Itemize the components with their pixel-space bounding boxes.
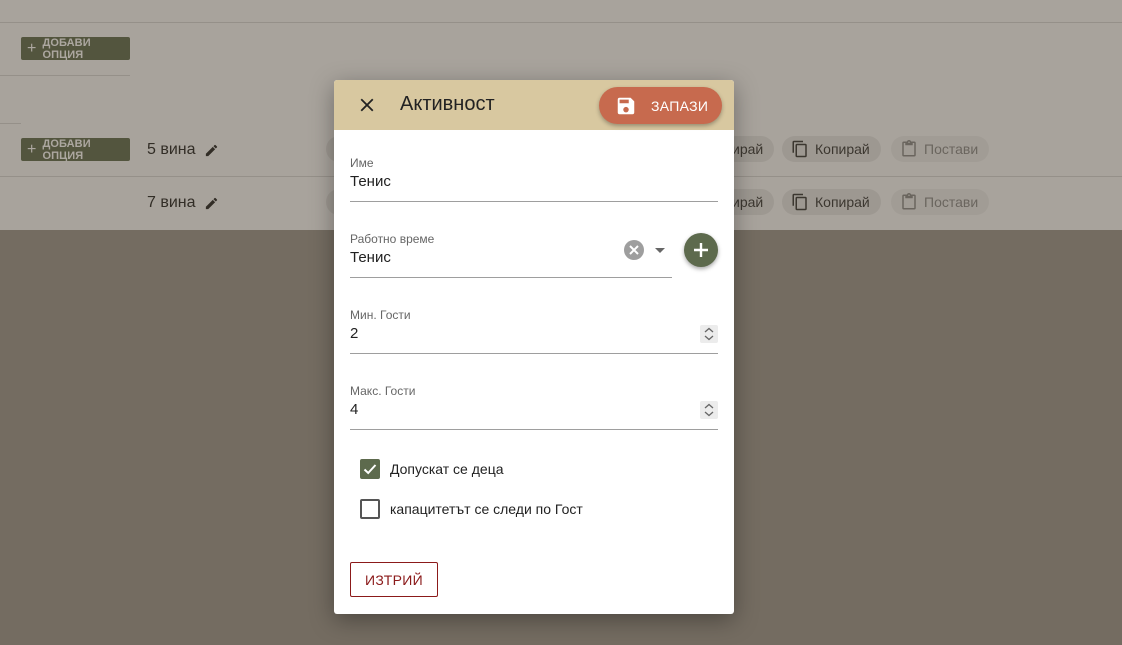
capacity-per-guest-checkbox[interactable]: капацитетът се следи по Гост — [360, 499, 583, 519]
stepper-arrows-icon — [704, 327, 714, 341]
plus-icon — [694, 243, 708, 257]
checkbox-label: капацитетът се следи по Гост — [390, 501, 583, 517]
chevron-down-icon[interactable] — [655, 248, 665, 253]
delete-button[interactable]: ИЗТРИЙ — [350, 562, 438, 597]
field-underline — [350, 201, 718, 202]
name-value[interactable]: Тенис — [350, 173, 718, 190]
max-guests-label: Макс. Гости — [350, 384, 416, 398]
max-guests-field[interactable]: Макс. Гости 4 — [350, 384, 690, 418]
close-icon[interactable] — [356, 94, 378, 116]
field-underline — [350, 429, 718, 430]
checkmark-icon — [363, 464, 377, 475]
save-button[interactable]: ЗАПАЗИ — [599, 87, 722, 124]
activity-dialog: Активност ЗАПАЗИ Име Тенис Работно време… — [334, 80, 734, 614]
field-underline — [350, 353, 718, 354]
save-label: ЗАПАЗИ — [651, 97, 709, 114]
min-guests-stepper[interactable] — [700, 325, 718, 343]
dialog-title: Активност — [400, 93, 495, 115]
min-guests-field[interactable]: Мин. Гости 2 — [350, 308, 690, 342]
stepper-arrows-icon — [704, 403, 714, 417]
min-guests-label: Мин. Гости — [350, 308, 411, 322]
working-hours-value[interactable]: Тенис — [350, 249, 640, 266]
max-guests-stepper[interactable] — [700, 401, 718, 419]
working-hours-select[interactable]: Работно време Тенис — [350, 232, 640, 266]
add-working-hours-button[interactable] — [684, 233, 718, 267]
field-underline — [350, 277, 672, 278]
checkbox-label: Допускат се деца — [390, 461, 504, 477]
checkbox-unchecked[interactable] — [360, 499, 380, 519]
children-allowed-checkbox[interactable]: Допускат се деца — [360, 459, 504, 479]
save-icon — [617, 97, 635, 114]
min-guests-value[interactable]: 2 — [350, 325, 690, 342]
working-hours-label: Работно време — [350, 232, 435, 246]
clear-icon[interactable] — [624, 240, 644, 260]
max-guests-value[interactable]: 4 — [350, 401, 690, 418]
checkbox-checked[interactable] — [360, 459, 380, 479]
name-label: Име — [350, 156, 374, 170]
dialog-header: Активност ЗАПАЗИ — [334, 80, 734, 130]
name-field[interactable]: Име Тенис — [350, 156, 718, 190]
